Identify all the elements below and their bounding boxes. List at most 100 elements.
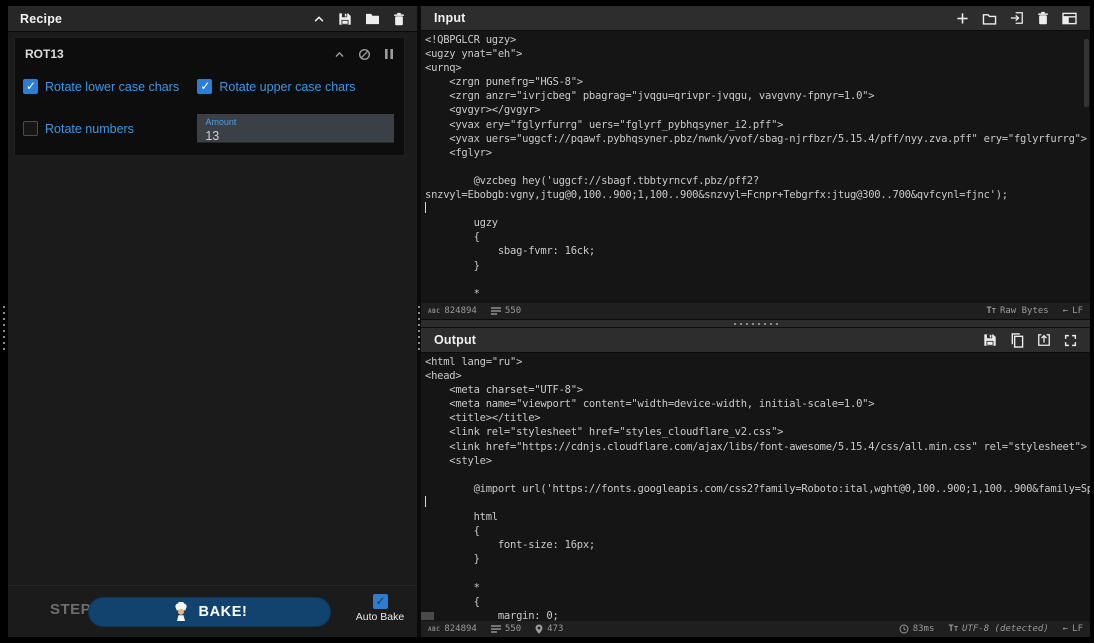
pause-icon xyxy=(384,48,394,60)
input-code-line xyxy=(425,273,1090,287)
rotate-upper-checkbox[interactable] xyxy=(197,79,212,94)
lines-icon xyxy=(491,307,501,315)
open-input-icon xyxy=(1010,11,1024,25)
output-eol-selector[interactable]: ← LF xyxy=(1063,624,1083,634)
output-cursor-position: 473 xyxy=(535,624,563,634)
input-editor[interactable]: <!QBPGLCR ugzy><ugzy ynat="eh"><urnq> <z… xyxy=(421,31,1090,303)
input-code-line xyxy=(425,202,1090,216)
open-file-button[interactable] xyxy=(1010,11,1024,25)
output-code-line xyxy=(425,566,1090,580)
reset-layout-button[interactable] xyxy=(1062,12,1077,25)
input-char-count: ABC 824894 xyxy=(428,306,477,316)
output-code-line: <title></title> xyxy=(425,411,1090,425)
breakpoint-button[interactable] xyxy=(384,48,394,61)
io-column: Input xyxy=(421,6,1090,637)
rotate-numbers-label: Rotate numbers xyxy=(45,122,134,136)
load-recipe-button[interactable] xyxy=(365,12,380,25)
input-code-line: * xyxy=(425,287,1090,301)
replace-input-button[interactable] xyxy=(1037,333,1051,347)
rotate-upper-label: Rotate upper case chars xyxy=(219,80,355,94)
arg-rotate-lower[interactable]: Rotate lower case chars xyxy=(23,79,197,94)
output-code-line: <html lang="ru"> xyxy=(425,355,1090,369)
output-statusbar: ABC 824894 550 473 83ms TT xyxy=(421,621,1090,637)
input-code-line: ugzy xyxy=(425,216,1090,230)
input-code-line: { xyxy=(425,230,1090,244)
output-code-line: * xyxy=(425,581,1090,595)
input-code-line: snzvyl=Ebobgb:vgny,jtug@0,100..900;1,100… xyxy=(425,188,1090,202)
input-code-line: <!QBPGLCR ugzy> xyxy=(425,33,1090,47)
input-code-line: <yvax ery="fglyrfurrg" uers="fglyrf_pybh… xyxy=(425,118,1090,132)
arrow-up-box-icon xyxy=(1037,333,1051,347)
recipe-header: Recipe xyxy=(8,6,417,32)
output-header: Output xyxy=(421,328,1090,353)
chef-icon xyxy=(172,602,190,622)
text-caret xyxy=(425,496,426,507)
input-code-line: <zrgn punefrg="HGS-8"> xyxy=(425,75,1090,89)
collapse-recipe-button[interactable] xyxy=(313,13,325,25)
input-vertical-scrollbar[interactable] xyxy=(1084,39,1089,107)
output-code-line: <link rel="stylesheet" href="styles_clou… xyxy=(425,425,1090,439)
input-code-line: <yvax uers="uggcf://pqawf.pybhqsyner.pbz… xyxy=(425,132,1090,146)
input-statusbar: ABC 824894 550 TT Raw Bytes ← LF xyxy=(421,303,1090,319)
input-code-line: <ugzy ynat="eh"> xyxy=(425,47,1090,61)
recipe-title: Recipe xyxy=(20,12,313,26)
encoding-icon: TT xyxy=(948,624,958,634)
output-horizontal-scrollbar[interactable] xyxy=(421,612,434,620)
amount-label: Amount xyxy=(205,117,386,127)
recipe-list: ROT13 xyxy=(8,32,417,585)
folder-icon xyxy=(365,12,380,25)
output-code-line: @import url('https://fonts.googleapis.co… xyxy=(425,482,1090,496)
output-code-line: <link href="https://cdnjs.cloudflare.com… xyxy=(425,440,1090,454)
folder-open-icon xyxy=(982,12,997,25)
bake-button[interactable]: BAKE! xyxy=(88,597,331,627)
trash-icon xyxy=(1037,11,1049,25)
input-encoding-selector[interactable]: TT Raw Bytes xyxy=(986,306,1048,316)
char-count-icon: ABC xyxy=(428,308,440,315)
copy-output-button[interactable] xyxy=(1010,333,1024,348)
output-pane: Output <html xyxy=(421,328,1090,637)
output-code-line: <head> xyxy=(425,369,1090,383)
auto-bake-control[interactable]: Auto Bake xyxy=(349,594,411,623)
text-caret xyxy=(425,202,426,213)
auto-bake-checkbox[interactable] xyxy=(373,594,388,609)
chevron-up-icon xyxy=(313,13,325,25)
save-recipe-button[interactable] xyxy=(338,12,352,26)
open-folder-button[interactable] xyxy=(982,12,997,25)
rotate-lower-checkbox[interactable] xyxy=(23,79,38,94)
io-splitter[interactable] xyxy=(421,319,1090,328)
maximise-output-button[interactable] xyxy=(1064,334,1077,347)
rotate-numbers-checkbox[interactable] xyxy=(23,121,38,136)
add-input-tab-button[interactable] xyxy=(956,12,969,25)
bake-label: BAKE! xyxy=(199,604,248,620)
maximise-icon xyxy=(1064,334,1077,347)
clear-recipe-button[interactable] xyxy=(393,12,405,26)
splitter-grip-icon xyxy=(734,323,778,325)
amount-field[interactable]: Amount xyxy=(197,114,394,143)
copy-icon xyxy=(1010,333,1024,348)
save-output-button[interactable] xyxy=(983,333,997,347)
operation-rot13[interactable]: ROT13 xyxy=(14,37,405,156)
input-code-line: @vzcbeg hey('uggcf://sbagf.tbbtyrncvf.pb… xyxy=(425,174,1090,188)
output-editor[interactable]: <html lang="ru"><head> <meta charset="UT… xyxy=(421,353,1090,621)
output-char-count: ABC 824894 xyxy=(428,624,477,634)
eol-arrow-icon: ← xyxy=(1063,306,1068,316)
output-code-line: { xyxy=(425,595,1090,609)
chevron-up-icon xyxy=(334,49,345,60)
arg-rotate-upper[interactable]: Rotate upper case chars xyxy=(197,79,394,94)
disable-operation-button[interactable] xyxy=(358,48,371,61)
collapse-operation-button[interactable] xyxy=(334,48,345,61)
output-encoding-selector[interactable]: TT UTF-8 (detected) xyxy=(948,624,1048,634)
recipe-controls: STEP BAKE! Auto Bake xyxy=(8,585,417,637)
arg-rotate-numbers[interactable]: Rotate numbers xyxy=(23,121,197,136)
input-eol-selector[interactable]: ← LF xyxy=(1063,306,1083,316)
input-code-line: sbag-fvmr: 16ck; xyxy=(425,244,1090,258)
char-count-icon: ABC xyxy=(428,626,440,633)
output-line-count: 550 xyxy=(491,624,521,634)
clear-io-button[interactable] xyxy=(1037,11,1049,25)
input-code-line: <zrgn anzr="ivrjcbeg" pbagrag="jvqgu=qri… xyxy=(425,89,1090,103)
lines-icon xyxy=(491,625,501,633)
output-title: Output xyxy=(434,333,983,347)
operations-splitter[interactable] xyxy=(2,6,6,637)
amount-input[interactable] xyxy=(205,129,386,143)
input-header: Input xyxy=(421,6,1090,31)
